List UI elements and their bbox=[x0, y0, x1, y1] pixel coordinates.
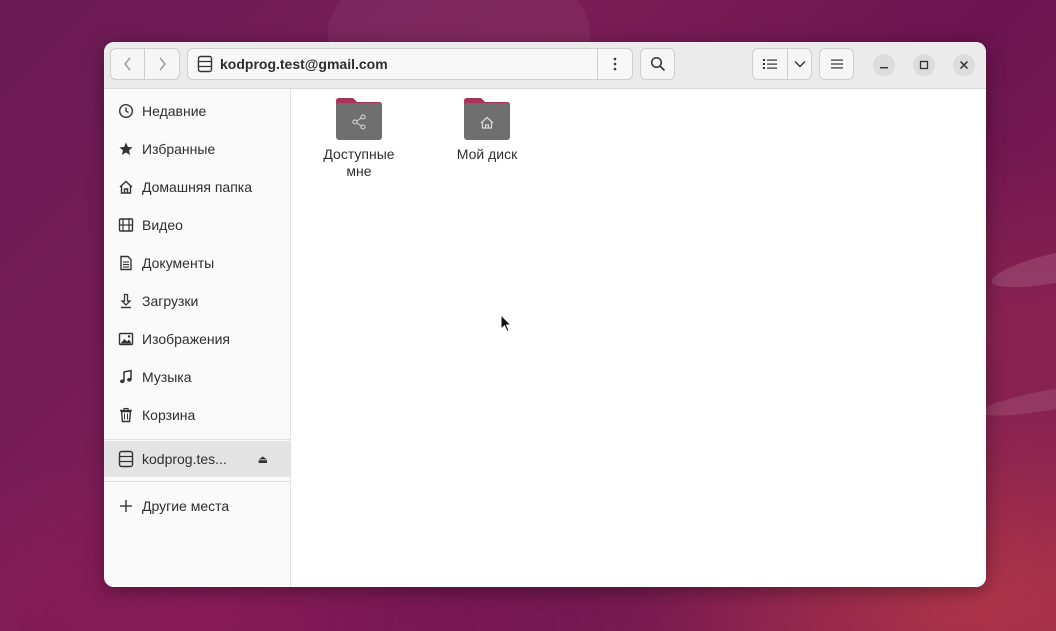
download-icon bbox=[117, 292, 135, 310]
forward-button[interactable] bbox=[145, 48, 180, 80]
eject-icon[interactable]: ⏏ bbox=[258, 453, 268, 466]
wallpaper-shape bbox=[979, 377, 1056, 423]
close-icon bbox=[959, 60, 969, 70]
sidebar-item-trash[interactable]: Корзина bbox=[104, 397, 290, 433]
sidebar-item-recent[interactable]: Недавние bbox=[104, 93, 290, 129]
folder-label: Доступные мне bbox=[323, 146, 395, 179]
path-menu-button[interactable] bbox=[597, 49, 632, 79]
chevron-down-icon bbox=[794, 61, 806, 68]
music-icon bbox=[117, 368, 135, 386]
maximize-icon bbox=[919, 60, 929, 70]
vertical-dots-icon bbox=[613, 57, 617, 71]
folder-label: Мой диск bbox=[456, 146, 518, 162]
chevron-left-icon bbox=[123, 57, 131, 71]
minimize-icon bbox=[880, 67, 888, 69]
sidebar-item-label: Загрузки bbox=[142, 293, 199, 309]
sidebar-item-downloads[interactable]: Загрузки bbox=[104, 283, 290, 319]
drive-icon bbox=[197, 55, 213, 73]
sidebar-item-label: Изображения bbox=[142, 331, 230, 347]
sidebar: Недавние Избранные Домашняя папка Видео … bbox=[104, 89, 291, 587]
clock-icon bbox=[117, 102, 135, 120]
sidebar-item-label: Корзина bbox=[142, 407, 196, 423]
maximize-button[interactable] bbox=[913, 54, 935, 76]
sidebar-item-label: Домашняя папка bbox=[142, 179, 253, 195]
list-view-icon bbox=[763, 59, 778, 69]
sidebar-divider bbox=[104, 481, 290, 482]
view-switcher bbox=[752, 48, 812, 80]
drive-icon bbox=[117, 450, 135, 468]
sidebar-item-mounted-drive[interactable]: kodprog.tes... ⏏ bbox=[104, 441, 290, 477]
navigation-buttons bbox=[110, 48, 180, 80]
sidebar-item-other-locations[interactable]: Другие места bbox=[104, 488, 290, 524]
file-manager-window: kodprog.test@gmail.com Недавние Избранны… bbox=[104, 42, 986, 587]
sidebar-item-label: Недавние bbox=[142, 103, 207, 119]
mouse-cursor-icon bbox=[500, 314, 512, 333]
sidebar-item-videos[interactable]: Видео bbox=[104, 207, 290, 243]
sidebar-item-label: Видео bbox=[142, 217, 183, 233]
document-icon bbox=[117, 254, 135, 272]
hamburger-icon bbox=[830, 59, 843, 69]
plus-icon bbox=[117, 497, 135, 515]
close-button[interactable] bbox=[953, 54, 975, 76]
shared-folder-icon bbox=[336, 98, 382, 140]
minimize-button[interactable] bbox=[873, 54, 895, 76]
sidebar-item-documents[interactable]: Документы bbox=[104, 245, 290, 281]
path-label[interactable]: kodprog.test@gmail.com bbox=[220, 56, 597, 72]
home-icon bbox=[117, 178, 135, 196]
sidebar-divider bbox=[104, 439, 290, 440]
star-icon bbox=[117, 140, 135, 158]
image-icon bbox=[117, 330, 135, 348]
sidebar-item-pictures[interactable]: Изображения bbox=[104, 321, 290, 357]
home-folder-icon bbox=[464, 98, 510, 140]
path-bar[interactable]: kodprog.test@gmail.com bbox=[187, 48, 633, 80]
sidebar-item-label: Избранные bbox=[142, 141, 216, 157]
chevron-right-icon bbox=[159, 57, 166, 71]
film-icon bbox=[117, 216, 135, 234]
folder-item[interactable]: Доступные мне bbox=[309, 97, 409, 180]
search-button[interactable] bbox=[640, 48, 675, 80]
folder-item[interactable]: Мой диск bbox=[437, 97, 537, 163]
sidebar-item-label: Музыка bbox=[142, 369, 192, 385]
header-bar: kodprog.test@gmail.com bbox=[104, 42, 986, 89]
list-view-button[interactable] bbox=[753, 49, 789, 79]
sidebar-item-home[interactable]: Домашняя папка bbox=[104, 169, 290, 205]
sidebar-item-label: Другие места bbox=[142, 498, 230, 514]
back-button[interactable] bbox=[110, 48, 145, 80]
sidebar-item-starred[interactable]: Избранные bbox=[104, 131, 290, 167]
wallpaper-shape bbox=[988, 233, 1056, 297]
sidebar-item-label: Документы bbox=[142, 255, 215, 271]
sidebar-item-music[interactable]: Музыка bbox=[104, 359, 290, 395]
search-icon bbox=[650, 56, 665, 72]
trash-icon bbox=[117, 406, 135, 424]
sidebar-item-label: kodprog.tes... bbox=[142, 451, 227, 467]
main-menu-button[interactable] bbox=[819, 48, 854, 80]
view-options-dropdown[interactable] bbox=[788, 49, 811, 79]
file-view: Доступные мне Мой диск bbox=[291, 89, 986, 587]
